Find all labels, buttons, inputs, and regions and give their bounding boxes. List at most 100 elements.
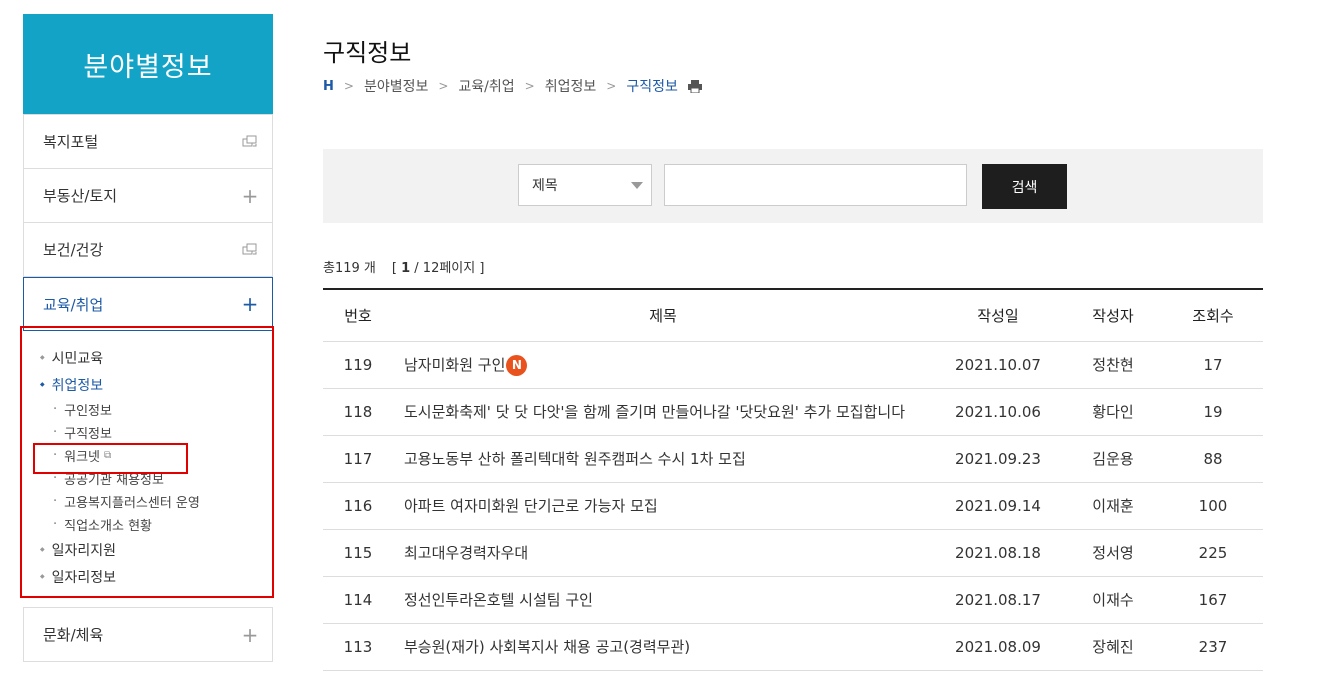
row-date: 2021.08.18 xyxy=(933,529,1063,577)
sidebar: 분야별정보 복지포털 부동산/토지 + 보건/건강 교육/취업 + 시민교육 취… xyxy=(20,14,274,598)
col-author: 작성자 xyxy=(1063,289,1163,342)
row-author: 정서영 xyxy=(1063,529,1163,577)
search-input[interactable] xyxy=(664,164,967,206)
page-bracket: [ xyxy=(391,261,397,276)
table-row: 117 고용노동부 산하 폴리텍대학 원주캠퍼스 수시 1차 모집 2021.0… xyxy=(323,435,1263,483)
current-page: 1 xyxy=(401,261,411,276)
search-button[interactable]: 검색 xyxy=(982,164,1067,209)
new-badge: N xyxy=(506,354,528,376)
external-link-icon xyxy=(242,242,258,258)
plus-icon: + xyxy=(241,183,259,208)
row-title-link[interactable]: 도시문화축제' 닷 닷 다앗'을 함께 즐기며 만들어나갈 '닷닷요원' 추가 … xyxy=(404,403,905,421)
row-date: 2021.10.07 xyxy=(933,341,1063,389)
sidebar-item-education-employment[interactable]: 교육/취업 + xyxy=(23,277,273,331)
row-number: 114 xyxy=(323,576,393,624)
row-date: 2021.10.06 xyxy=(933,388,1063,436)
row-title-link[interactable]: 부승원(재가) 사회복지사 채용 공고(경력무관) xyxy=(404,638,690,656)
table-row: 115 최고대우경력자우대 2021.08.18 정서영 225 xyxy=(323,529,1263,577)
select-value: 제목 xyxy=(532,178,558,194)
row-title-link[interactable]: 고용노동부 산하 폴리텍대학 원주캠퍼스 수시 1차 모집 xyxy=(404,450,746,468)
submenu-employment-info[interactable]: 취업정보 xyxy=(40,371,272,398)
page-total: / 12페이지 ] xyxy=(414,261,485,276)
sidebar-item-label: 교육/취업 xyxy=(43,295,104,314)
row-date: 2021.09.23 xyxy=(933,435,1063,483)
row-title-link[interactable]: 정선인투라온호텔 시설팀 구인 xyxy=(404,591,593,609)
table-header-row: 번호 제목 작성일 작성자 조회수 xyxy=(323,289,1263,342)
row-author: 이재훈 xyxy=(1063,482,1163,530)
sidebar-menu: 복지포털 부동산/토지 + 보건/건강 교육/취업 + xyxy=(23,114,273,331)
row-views: 17 xyxy=(1163,341,1263,389)
plus-icon: + xyxy=(241,622,259,647)
submenu-civic-education[interactable]: 시민교육 xyxy=(40,344,272,371)
sidebar-item-label: 문화/체육 xyxy=(43,626,104,644)
row-author: 김운용 xyxy=(1063,435,1163,483)
row-title-cell: 최고대우경력자우대 xyxy=(393,529,933,577)
sidebar-item-label: 부동산/토지 xyxy=(43,187,118,205)
chevron-right-icon: > xyxy=(524,79,535,93)
print-icon[interactable] xyxy=(687,80,702,93)
sidebar-bottom-menu: 문화/체육 + xyxy=(23,607,273,662)
row-views: 237 xyxy=(1163,623,1263,671)
result-summary: 총119 개 [ 1 / 12페이지 ] xyxy=(323,257,484,276)
row-author: 장혜진 xyxy=(1063,623,1163,671)
submenu-employment-center[interactable]: 고용복지플러스센터 운영 xyxy=(40,490,272,513)
row-number: 113 xyxy=(323,623,393,671)
row-views: 167 xyxy=(1163,576,1263,624)
plus-icon: + xyxy=(241,292,259,316)
chevron-right-icon: > xyxy=(343,79,354,93)
table-row: 118 도시문화축제' 닷 닷 다앗'을 함께 즐기며 만들어나갈 '닷닷요원'… xyxy=(323,388,1263,436)
submenu-label: 구인정보 xyxy=(64,404,112,419)
row-title-cell: 고용노동부 산하 폴리텍대학 원주캠퍼스 수시 1차 모집 xyxy=(393,435,933,483)
table-row: 114 정선인투라온호텔 시설팀 구인 2021.08.17 이재수 167 xyxy=(323,576,1263,624)
submenu-job-offers[interactable]: 구인정보 xyxy=(40,398,272,421)
col-date: 작성일 xyxy=(933,289,1063,342)
row-views: 100 xyxy=(1163,482,1263,530)
row-author: 이재수 xyxy=(1063,576,1163,624)
sidebar-item-welfare-portal[interactable]: 복지포털 xyxy=(24,114,272,169)
col-number: 번호 xyxy=(323,289,393,342)
chevron-right-icon: > xyxy=(438,79,449,93)
row-author: 황다인 xyxy=(1063,388,1163,436)
submenu-label: 고용복지플러스센터 운영 xyxy=(64,496,200,511)
breadcrumb-item[interactable]: 취업정보 xyxy=(545,76,597,96)
submenu-job-seekers[interactable]: 구직정보 xyxy=(40,421,272,444)
search-field-select[interactable]: 제목 xyxy=(518,164,652,206)
page-title: 구직정보 xyxy=(323,39,412,67)
row-title-cell: 부승원(재가) 사회복지사 채용 공고(경력무관) xyxy=(393,623,933,671)
worknet-highlight-box xyxy=(33,443,188,474)
row-title-cell: 정선인투라온호텔 시설팀 구인 xyxy=(393,576,933,624)
row-number: 117 xyxy=(323,435,393,483)
row-title-cell: 남자미화원 구인 N xyxy=(393,341,933,389)
row-date: 2021.09.14 xyxy=(933,482,1063,530)
submenu-job-support[interactable]: 일자리지원 xyxy=(40,536,272,563)
breadcrumb-item[interactable]: 교육/취업 xyxy=(458,76,514,96)
row-number: 115 xyxy=(323,529,393,577)
home-icon[interactable]: H xyxy=(323,79,334,94)
table-row: 116 아파트 여자미화원 단기근로 가능자 모집 2021.09.14 이재훈… xyxy=(323,482,1263,530)
row-number: 118 xyxy=(323,388,393,436)
total-count: 총119 개 xyxy=(323,261,376,276)
breadcrumb-current: 구직정보 xyxy=(626,79,678,95)
submenu-label: 구직정보 xyxy=(64,427,112,442)
page-indicator: [ 1 / 12페이지 ] xyxy=(392,257,485,276)
sidebar-title: 분야별정보 xyxy=(23,14,273,114)
sidebar-item-real-estate[interactable]: 부동산/토지 + xyxy=(24,169,272,223)
row-views: 225 xyxy=(1163,529,1263,577)
row-title-link[interactable]: 최고대우경력자우대 xyxy=(404,544,528,562)
breadcrumb-item[interactable]: 분야별정보 xyxy=(364,76,428,96)
row-number: 116 xyxy=(323,482,393,530)
sidebar-item-label: 보건/건강 xyxy=(43,241,104,259)
submenu-job-info[interactable]: 일자리정보 xyxy=(40,563,272,590)
col-title: 제목 xyxy=(393,289,933,342)
sidebar-item-health[interactable]: 보건/건강 xyxy=(24,223,272,277)
row-date: 2021.08.09 xyxy=(933,623,1063,671)
search-panel: 제목 검색 xyxy=(323,149,1263,223)
chevron-down-icon xyxy=(631,182,643,189)
row-title-link[interactable]: 아파트 여자미화원 단기근로 가능자 모집 xyxy=(404,497,658,515)
submenu-job-agencies[interactable]: 직업소개소 현황 xyxy=(40,513,272,536)
col-views: 조회수 xyxy=(1163,289,1263,342)
row-title-link[interactable]: 남자미화원 구인 xyxy=(404,356,505,374)
submenu-label: 직업소개소 현황 xyxy=(64,519,152,534)
sidebar-item-culture-sports[interactable]: 문화/체육 + xyxy=(24,608,272,662)
breadcrumb: H > 분야별정보 > 교육/취업 > 취업정보 > 구직정보 xyxy=(323,76,702,96)
